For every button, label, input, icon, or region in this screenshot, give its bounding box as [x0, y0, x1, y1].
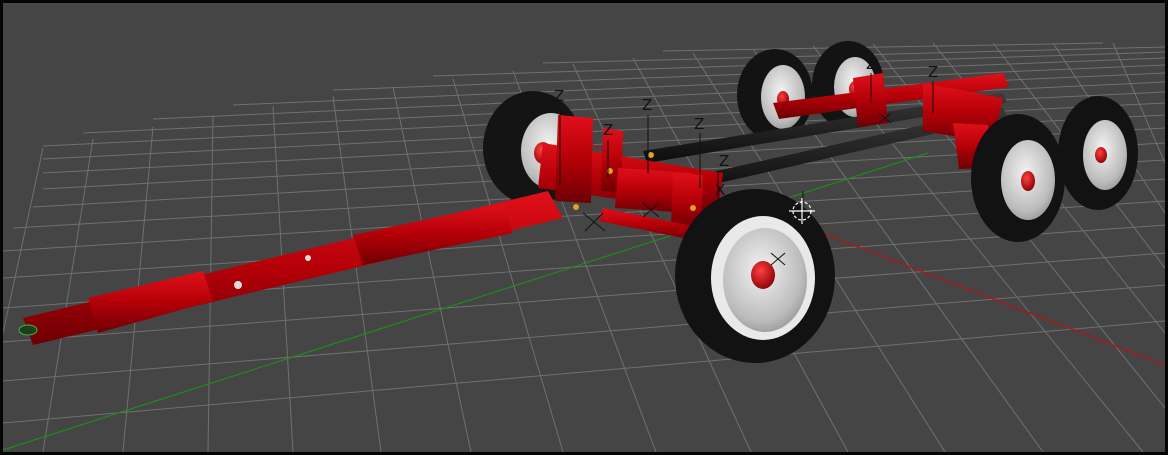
z-gizmo-label: Z — [719, 152, 729, 170]
z-gizmo-label: Z — [554, 87, 564, 105]
scene[interactable]: Z Z Z Z Z Z Z X — [3, 3, 1165, 452]
z-gizmo-label: Z — [928, 63, 938, 81]
3d-viewport[interactable]: Z Z Z Z Z Z Z X — [0, 0, 1168, 455]
z-gizmo-label: Z — [866, 55, 876, 73]
x-gizmo-label: X — [715, 181, 725, 199]
drawbar — [18, 191, 563, 345]
z-gizmo-label: Z — [642, 96, 652, 114]
z-gizmo-label: Z — [694, 115, 704, 133]
z-gizmo-label: Z — [603, 121, 613, 139]
front-right-wheel[interactable] — [675, 189, 835, 363]
